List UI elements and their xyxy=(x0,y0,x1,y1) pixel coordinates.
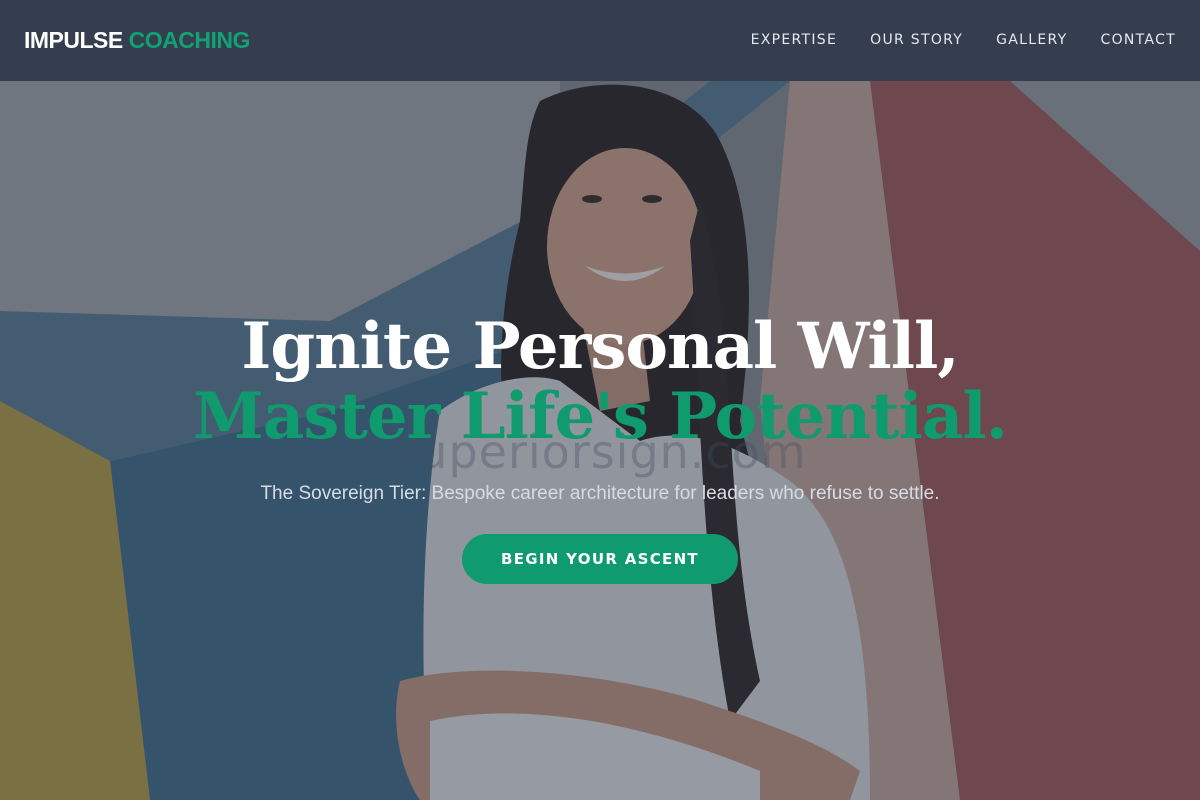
nav-link-gallery[interactable]: GALLERY xyxy=(996,31,1067,49)
main-nav: EXPERTISE OUR STORY GALLERY CONTACT xyxy=(751,31,1176,49)
nav-link-contact[interactable]: CONTACT xyxy=(1101,31,1177,49)
brand-name-part1: IMPULSE xyxy=(24,27,123,53)
hero-background-image xyxy=(0,81,1200,800)
site-header: IMPULSE COACHING EXPERTISE OUR STORY GAL… xyxy=(0,0,1200,81)
begin-ascent-button[interactable]: BEGIN YOUR ASCENT xyxy=(462,534,738,584)
landing-page: IMPULSE COACHING EXPERTISE OUR STORY GAL… xyxy=(0,0,1200,800)
hero-overlay xyxy=(0,81,1200,800)
brand-name-part2: COACHING xyxy=(128,27,251,53)
nav-link-expertise[interactable]: EXPERTISE xyxy=(751,31,838,49)
nav-link-our-story[interactable]: OUR STORY xyxy=(870,31,963,49)
brand-logo[interactable]: IMPULSE COACHING xyxy=(24,27,250,53)
